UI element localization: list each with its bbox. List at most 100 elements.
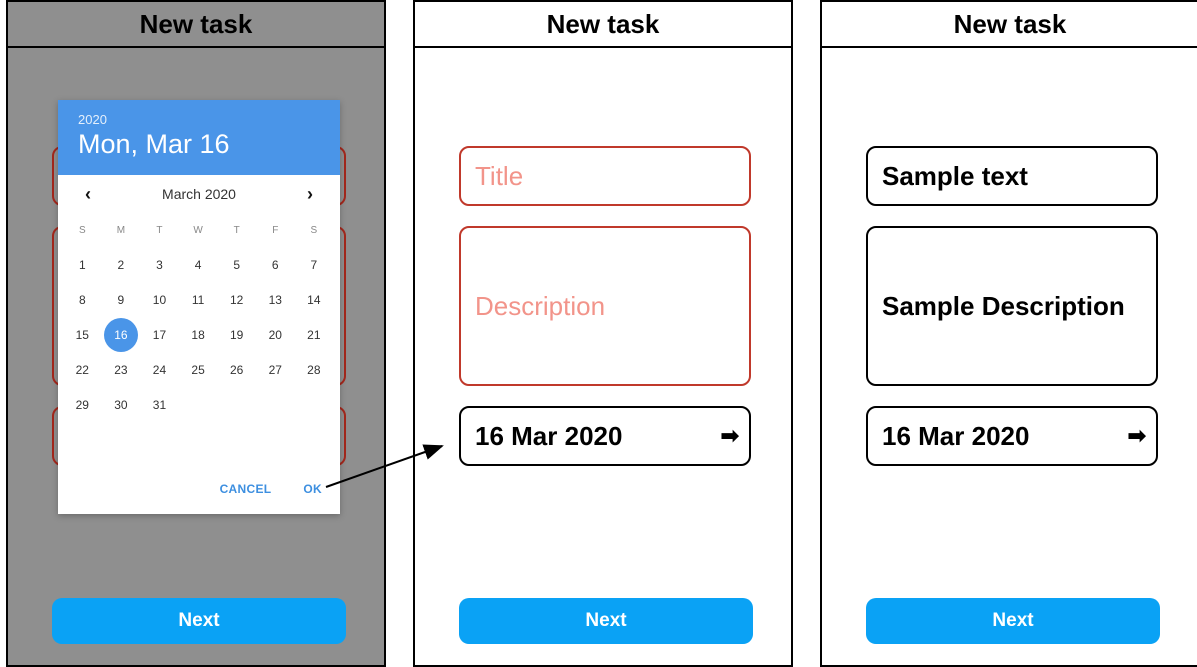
month-navigation: ‹ March 2020 › xyxy=(58,175,340,213)
day-number: 26 xyxy=(229,362,244,377)
date-field[interactable]: 16 Mar 2020 ➡ xyxy=(866,406,1158,466)
arrow-right-icon: ➡ xyxy=(720,423,739,448)
day-number: 19 xyxy=(229,327,244,342)
day-number: 9 xyxy=(117,292,125,307)
title-input[interactable]: Sample text xyxy=(866,146,1158,206)
arrow-right-icon: ➡ xyxy=(1127,423,1146,448)
dialog-actions: CANCEL OK xyxy=(58,482,340,496)
calendar-day[interactable]: 2 xyxy=(102,247,141,282)
weekday-label: T xyxy=(156,224,163,236)
day-number: 17 xyxy=(152,327,167,342)
date-value: 16 Mar 2020 xyxy=(882,420,1030,451)
calendar-grid: 1 2 3 4 5 6 7 8 9 10 11 12 13 14 15 16 17 18 19 20 21 22 23 24 2… xyxy=(58,247,340,422)
day-number: 12 xyxy=(229,292,244,307)
weekday-label: S xyxy=(310,224,318,236)
day-number: 4 xyxy=(194,257,202,272)
calendar-day[interactable]: 10 xyxy=(140,282,179,317)
title-input[interactable]: Title xyxy=(459,146,751,206)
description-placeholder: Description xyxy=(475,290,606,321)
date-picker-dialog: 2020 Mon, Mar 16 ‹ March 2020 › SMTWTFS … xyxy=(58,100,340,514)
day-number: 29 xyxy=(75,397,89,412)
title-value: Sample text xyxy=(882,160,1028,191)
ok-button[interactable]: OK xyxy=(303,482,322,496)
calendar-day[interactable]: 5 xyxy=(217,247,256,282)
calendar-day[interactable]: 31 xyxy=(140,387,179,422)
screen-empty-form: New task Title Description 16 Mar 2020 ➡… xyxy=(413,0,793,667)
calendar-day[interactable]: 20 xyxy=(256,317,295,352)
weekday-label: T xyxy=(233,224,240,236)
calendar-day[interactable]: 1 xyxy=(63,247,102,282)
day-number: 21 xyxy=(307,327,321,342)
day-number: 30 xyxy=(114,397,128,412)
calendar-day[interactable]: 22 xyxy=(63,352,102,387)
day-number: 24 xyxy=(152,362,167,377)
chevron-left-icon[interactable]: ‹ xyxy=(78,184,98,205)
date-picker-header: 2020 Mon, Mar 16 xyxy=(58,100,340,175)
calendar-day[interactable]: 27 xyxy=(256,352,295,387)
calendar-day[interactable]: 6 xyxy=(256,247,295,282)
day-number: 15 xyxy=(75,327,89,342)
day-number: 6 xyxy=(271,257,279,272)
calendar-day[interactable]: 18 xyxy=(179,317,218,352)
next-button[interactable]: Next xyxy=(459,598,753,644)
weekday-label: S xyxy=(78,224,86,236)
day-number: 20 xyxy=(268,327,282,342)
calendar-day[interactable]: 17 xyxy=(140,317,179,352)
next-button[interactable]: Next xyxy=(52,598,346,644)
calendar-day[interactable]: 19 xyxy=(217,317,256,352)
day-number: 23 xyxy=(114,362,128,377)
description-value: Sample Description xyxy=(882,290,1125,321)
weekday-label: W xyxy=(193,224,203,236)
calendar-day[interactable]: 26 xyxy=(217,352,256,387)
calendar-day[interactable]: 8 xyxy=(63,282,102,317)
day-number: 18 xyxy=(191,327,205,342)
day-number: 11 xyxy=(191,292,205,307)
screen-title: New task xyxy=(822,2,1197,48)
calendar-day[interactable]: 28 xyxy=(295,352,334,387)
picker-year[interactable]: 2020 xyxy=(78,112,320,127)
date-value: 16 Mar 2020 xyxy=(475,420,623,451)
day-number: 10 xyxy=(152,292,167,307)
weekday-label: F xyxy=(272,224,279,236)
description-input[interactable]: Description xyxy=(459,226,751,386)
date-field[interactable]: 16 Mar 2020 ➡ xyxy=(459,406,751,466)
calendar-day[interactable]: 12 xyxy=(217,282,256,317)
day-number: 5 xyxy=(233,257,241,272)
calendar-day[interactable]: 13 xyxy=(256,282,295,317)
cancel-button[interactable]: CANCEL xyxy=(220,482,272,496)
chevron-right-icon[interactable]: › xyxy=(300,184,320,205)
calendar-day[interactable]: 4 xyxy=(179,247,218,282)
day-number: 16 xyxy=(103,317,138,352)
calendar-day[interactable]: 14 xyxy=(295,282,334,317)
calendar-day[interactable]: 3 xyxy=(140,247,179,282)
day-number: 14 xyxy=(307,292,321,307)
description-input[interactable]: Sample Description xyxy=(866,226,1158,386)
day-number: 1 xyxy=(78,257,86,272)
picker-selected-date: Mon, Mar 16 xyxy=(78,129,230,159)
calendar-day[interactable]: 29 xyxy=(63,387,102,422)
day-number: 2 xyxy=(117,257,125,272)
calendar-day-selected[interactable]: 16 xyxy=(102,317,141,352)
day-number: 25 xyxy=(191,362,205,377)
calendar-day[interactable]: 11 xyxy=(179,282,218,317)
calendar-day[interactable]: 30 xyxy=(102,387,141,422)
calendar-day[interactable]: 23 xyxy=(102,352,141,387)
day-number: 7 xyxy=(310,257,318,272)
day-number: 31 xyxy=(152,397,167,412)
calendar-day[interactable]: 15 xyxy=(63,317,102,352)
calendar-day[interactable]: 25 xyxy=(179,352,218,387)
calendar-day[interactable]: 21 xyxy=(295,317,334,352)
screen-date-picker: New task 2020 Mon, Mar 16 ‹ March 2020 ›… xyxy=(6,0,386,667)
calendar-day[interactable]: 24 xyxy=(140,352,179,387)
screen-filled-form: New task Sample text Sample Description … xyxy=(820,0,1197,667)
day-number: 22 xyxy=(75,362,89,377)
month-label: March 2020 xyxy=(162,186,236,202)
calendar-day[interactable]: 9 xyxy=(102,282,141,317)
day-number: 8 xyxy=(78,292,86,307)
day-number: 13 xyxy=(268,292,282,307)
next-button[interactable]: Next xyxy=(866,598,1160,644)
screen-title: New task xyxy=(8,2,384,48)
weekday-header: SMTWTFS xyxy=(58,213,340,247)
screen-title: New task xyxy=(415,2,791,48)
calendar-day[interactable]: 7 xyxy=(295,247,334,282)
